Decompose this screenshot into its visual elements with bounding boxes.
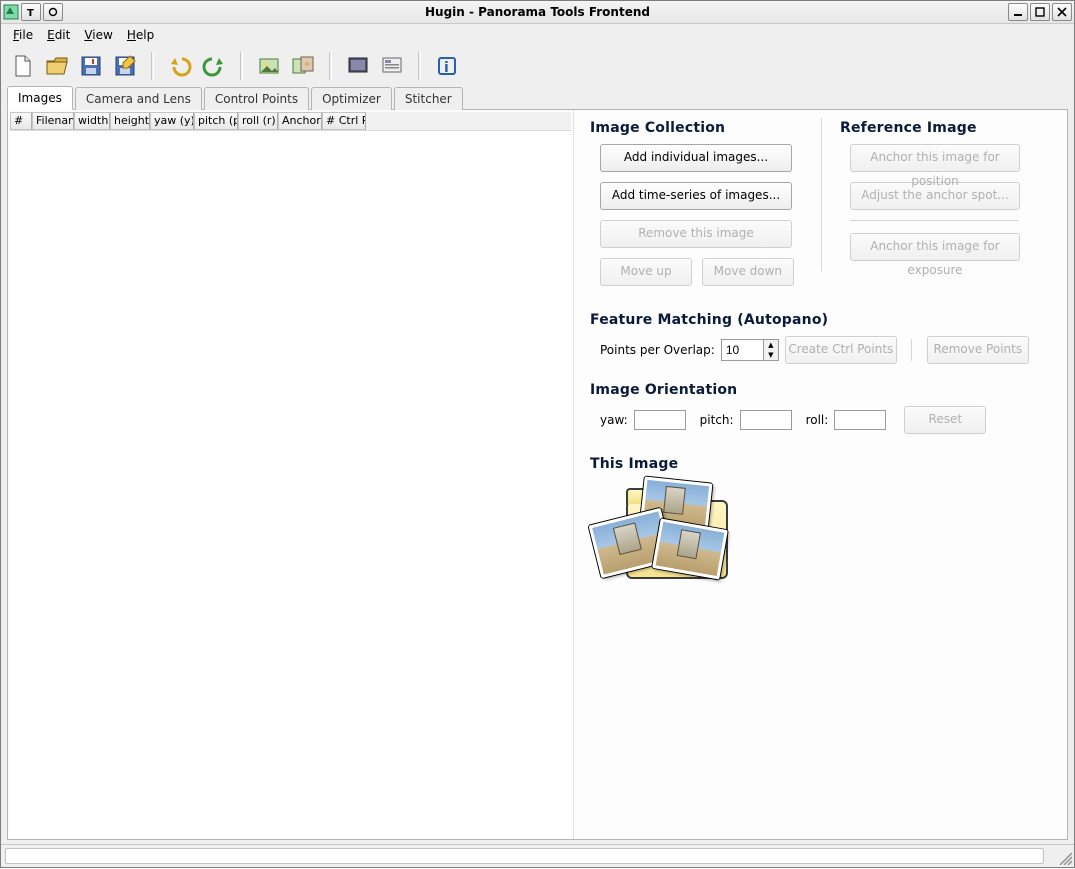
menu-help[interactable]: Help — [127, 28, 154, 42]
toolbar-separator — [418, 52, 421, 80]
tab-images[interactable]: Images — [7, 86, 73, 110]
status-well — [5, 848, 1044, 864]
tabstrip: Images Camera and Lens Control Points Op… — [1, 86, 1074, 110]
yaw-label: yaw: — [600, 413, 628, 427]
create-ctrl-points-button[interactable]: Create Ctrl Points — [785, 336, 897, 364]
titlebar-ontop-button[interactable] — [43, 3, 63, 21]
move-down-button[interactable]: Move down — [702, 258, 794, 286]
image-table-header: # Filename width height yaw (y) pitch (p… — [10, 112, 571, 131]
close-button[interactable] — [1052, 3, 1072, 21]
orientation-row: yaw: pitch: roll: Reset — [590, 406, 1053, 434]
col-yaw[interactable]: yaw (y) — [150, 112, 194, 130]
add-individual-button[interactable]: Add individual images... — [600, 144, 792, 172]
add-image-icon[interactable] — [255, 52, 283, 80]
toolbar-separator — [329, 52, 332, 80]
tab-optimizer[interactable]: Optimizer — [311, 87, 392, 110]
open-icon[interactable] — [43, 52, 71, 80]
menu-edit[interactable]: Edit — [47, 28, 70, 42]
points-per-overlap-input[interactable] — [721, 339, 763, 361]
image-table-body[interactable] — [10, 131, 571, 837]
tab-stitcher[interactable]: Stitcher — [394, 87, 463, 110]
save-as-icon[interactable] — [111, 52, 139, 80]
anchor-position-button[interactable]: Anchor this image for position — [850, 144, 1020, 172]
reset-orientation-button[interactable]: Reset — [904, 406, 986, 434]
add-series-button[interactable]: Add time-series of images... — [600, 182, 792, 210]
feature-matching-title: Feature Matching (Autopano) — [590, 312, 1053, 328]
reference-image-group: Reference Image Anchor this image for po… — [821, 118, 1053, 271]
adjust-anchor-button[interactable]: Adjust the anchor spot... — [850, 182, 1020, 210]
image-collection-group: Image Collection Add individual images..… — [590, 118, 803, 296]
this-image-thumbnail — [590, 480, 740, 590]
menu-file[interactable]: File — [13, 28, 33, 42]
col-index[interactable]: # — [10, 112, 32, 130]
titlebar: T Hugin - Panorama Tools Frontend — [1, 1, 1074, 24]
remove-image-button[interactable]: Remove this image — [600, 220, 792, 248]
titlebar-stick-button[interactable]: T — [21, 3, 41, 21]
image-list-pane: # Filename width height yaw (y) pitch (p… — [8, 110, 574, 839]
save-icon[interactable] — [77, 52, 105, 80]
pitch-input[interactable] — [740, 410, 792, 430]
remove-points-button[interactable]: Remove Points — [927, 336, 1029, 364]
svg-text:T: T — [27, 8, 34, 17]
col-filename[interactable]: Filename — [32, 112, 74, 130]
window-title: Hugin - Panorama Tools Frontend — [1, 5, 1074, 19]
tab-control-points[interactable]: Control Points — [204, 87, 309, 110]
spinner-down-icon[interactable]: ▼ — [764, 350, 778, 360]
undo-icon[interactable] — [166, 52, 194, 80]
toolbar-separator — [151, 52, 154, 80]
separator — [850, 220, 1018, 221]
app-window: T Hugin - Panorama Tools Frontend File E… — [0, 0, 1075, 868]
new-icon[interactable] — [9, 52, 37, 80]
toolbar: i — [1, 46, 1074, 86]
feature-matching-row: Points per Overlap: ▲▼ Create Ctrl Point… — [590, 336, 1053, 364]
col-ctrlpnts[interactable]: # Ctrl Pnts — [322, 112, 366, 130]
tab-camera-lens[interactable]: Camera and Lens — [75, 87, 202, 110]
col-pitch[interactable]: pitch (p) — [194, 112, 238, 130]
image-orientation-title: Image Orientation — [590, 382, 1053, 398]
maximize-button[interactable] — [1030, 3, 1050, 21]
minimize-button[interactable] — [1008, 3, 1028, 21]
points-per-overlap-spinner[interactable]: ▲▼ — [721, 339, 779, 361]
points-per-overlap-label: Points per Overlap: — [600, 343, 715, 357]
right-panel: Image Collection Add individual images..… — [574, 110, 1067, 839]
app-icon — [3, 4, 19, 20]
autopano-icon[interactable] — [289, 52, 317, 80]
menubar: File Edit View Help — [1, 24, 1074, 46]
this-image-title: This Image — [590, 456, 1053, 472]
properties-icon[interactable] — [378, 52, 406, 80]
about-icon[interactable]: i — [433, 52, 461, 80]
svg-text:i: i — [444, 60, 449, 76]
yaw-input[interactable] — [634, 410, 686, 430]
resize-grip-icon[interactable] — [1048, 845, 1074, 867]
move-up-button[interactable]: Move up — [600, 258, 692, 286]
reference-image-title: Reference Image — [840, 120, 1053, 136]
redo-icon[interactable] — [200, 52, 228, 80]
tab-content: # Filename width height yaw (y) pitch (p… — [7, 110, 1068, 840]
statusbar — [1, 844, 1074, 867]
separator — [911, 339, 913, 361]
anchor-exposure-button[interactable]: Anchor this image for exposure — [850, 233, 1020, 261]
col-width[interactable]: width — [74, 112, 110, 130]
col-roll[interactable]: roll (r) — [238, 112, 278, 130]
roll-label: roll: — [806, 413, 829, 427]
col-anchor[interactable]: Anchor — [278, 112, 322, 130]
spinner-up-icon[interactable]: ▲ — [764, 340, 778, 350]
roll-input[interactable] — [834, 410, 886, 430]
pitch-label: pitch: — [700, 413, 734, 427]
menu-view[interactable]: View — [84, 28, 112, 42]
image-collection-title: Image Collection — [590, 120, 803, 136]
preview-icon[interactable] — [344, 52, 372, 80]
toolbar-separator — [240, 52, 243, 80]
col-height[interactable]: height — [110, 112, 150, 130]
